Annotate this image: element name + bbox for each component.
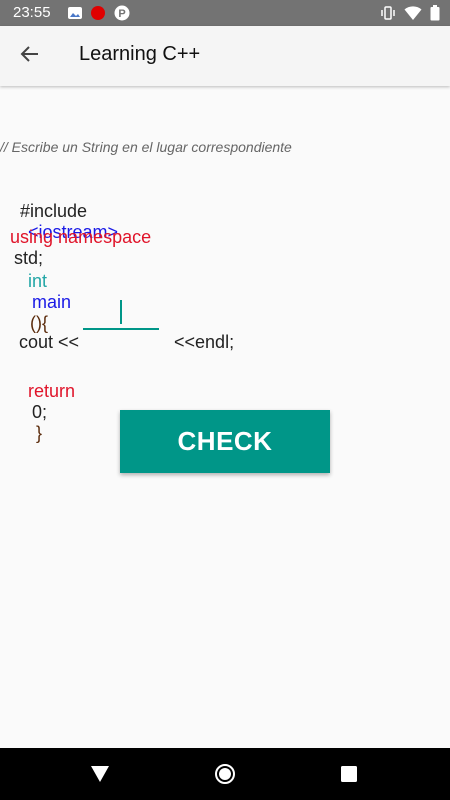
endl-part: <<endl; bbox=[174, 332, 235, 352]
navigation-bar bbox=[0, 748, 450, 800]
code-line-return: return 0; } bbox=[18, 360, 75, 444]
cout-keyword: cout << bbox=[19, 332, 80, 352]
using-namespace-keyword: using namespace bbox=[10, 227, 152, 247]
vibrate-icon bbox=[380, 5, 396, 26]
closing-brace: } bbox=[36, 423, 43, 443]
back-triangle-icon[interactable] bbox=[88, 762, 112, 786]
answer-input-wrapper bbox=[83, 296, 159, 330]
code-line-endl: <<endl; bbox=[164, 311, 234, 353]
int-keyword: int bbox=[28, 271, 48, 291]
status-bar: 23:55 P bbox=[0, 0, 450, 26]
recents-square-icon[interactable] bbox=[337, 762, 361, 786]
check-button[interactable]: CHECK bbox=[120, 410, 330, 473]
p-icon: P bbox=[114, 5, 130, 21]
gallery-icon bbox=[67, 5, 83, 21]
return-value: 0; bbox=[32, 402, 48, 422]
home-circle-icon[interactable] bbox=[213, 762, 237, 786]
code-line-cout: cout << bbox=[9, 311, 79, 353]
record-icon bbox=[90, 5, 106, 21]
p-icon-letter: P bbox=[118, 8, 125, 20]
main-function: main bbox=[32, 292, 72, 312]
wifi-icon bbox=[404, 5, 422, 26]
app-bar: Learning C++ bbox=[0, 26, 450, 86]
battery-icon bbox=[430, 5, 440, 26]
arrow-left-icon bbox=[20, 44, 40, 69]
instruction-comment: // Escribe un String en el lugar corresp… bbox=[0, 139, 292, 155]
status-time: 23:55 bbox=[13, 4, 51, 21]
page-title: Learning C++ bbox=[79, 43, 201, 65]
text-cursor bbox=[120, 300, 122, 324]
back-button[interactable] bbox=[16, 42, 44, 70]
return-keyword: return bbox=[28, 381, 76, 401]
